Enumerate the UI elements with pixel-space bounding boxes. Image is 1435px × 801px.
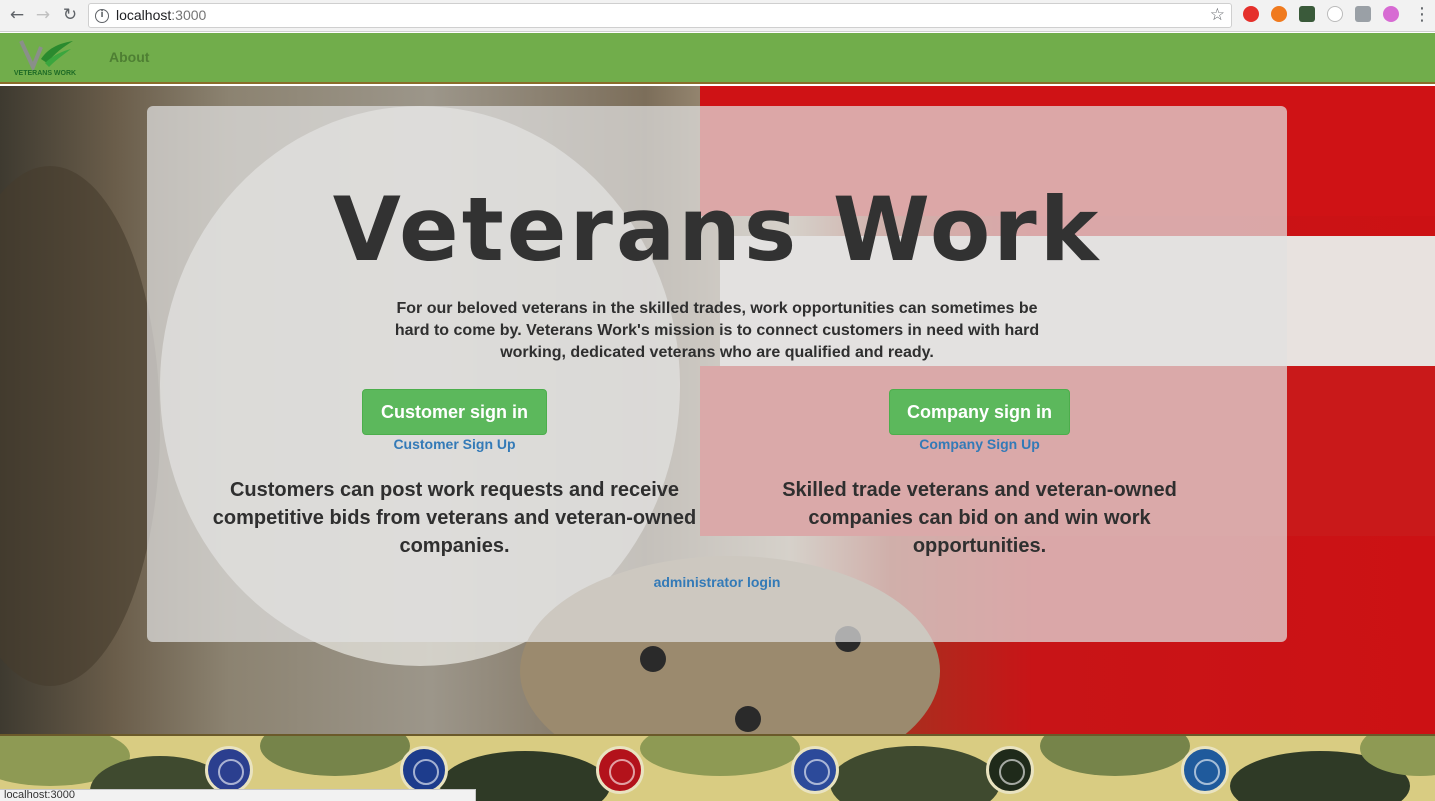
welcome-panel: Veterans Work For our beloved veterans i… xyxy=(147,106,1287,642)
status-bar: localhost:3000 xyxy=(0,789,476,801)
extension-pink-icon[interactable] xyxy=(1383,6,1399,22)
nav-link-about[interactable]: About xyxy=(109,49,149,65)
browser-menu-icon[interactable]: ⋮ xyxy=(1413,4,1431,26)
bookmark-star-icon[interactable]: ☆ xyxy=(1210,5,1225,25)
mission-statement: For our beloved veterans in the skilled … xyxy=(394,300,1040,361)
admin-login-link[interactable]: administrator login xyxy=(617,574,817,590)
extension-grid-icon[interactable] xyxy=(1355,6,1371,22)
site-navbar: VETERANS WORK About xyxy=(0,33,1435,84)
air-force-seal-icon xyxy=(205,746,253,794)
logo-mark-icon xyxy=(19,40,73,73)
company-signin-button[interactable]: Company sign in xyxy=(889,389,1070,435)
extension-orange-icon[interactable] xyxy=(1271,6,1287,22)
browser-toolbar: ← → ↻ i localhost:3000 ☆ ⋮ xyxy=(0,0,1435,32)
marine-corps-seal-icon xyxy=(596,746,644,794)
customer-description: Customers can post work requests and rec… xyxy=(212,479,697,557)
logo-text: VETERANS WORK xyxy=(13,70,77,77)
extension-circle-icon[interactable] xyxy=(1327,6,1343,22)
opera-extension-icon[interactable] xyxy=(1243,6,1259,22)
customer-signin-button[interactable]: Customer sign in xyxy=(362,389,547,435)
reload-icon[interactable]: ↻ xyxy=(59,4,81,26)
navy-seal-icon xyxy=(791,746,839,794)
info-icon[interactable]: i xyxy=(95,9,109,23)
army-seal-icon xyxy=(986,746,1034,794)
url-text: localhost:3000 xyxy=(116,7,207,23)
coast-guard-seal-icon xyxy=(1181,746,1229,794)
national-guard-seal-icon xyxy=(400,746,448,794)
address-bar[interactable]: i localhost:3000 ☆ xyxy=(88,3,1232,28)
customer-signup-link[interactable]: Customer Sign Up xyxy=(362,436,547,452)
forward-icon[interactable]: → xyxy=(32,4,54,26)
evernote-extension-icon[interactable] xyxy=(1299,6,1315,22)
back-icon[interactable]: ← xyxy=(6,4,28,26)
veterans-work-logo[interactable]: VETERANS WORK xyxy=(11,37,79,81)
company-signup-link[interactable]: Company Sign Up xyxy=(889,436,1070,452)
page-title: Veterans Work xyxy=(332,178,1102,281)
company-description: Skilled trade veterans and veteran-owned… xyxy=(782,479,1177,557)
